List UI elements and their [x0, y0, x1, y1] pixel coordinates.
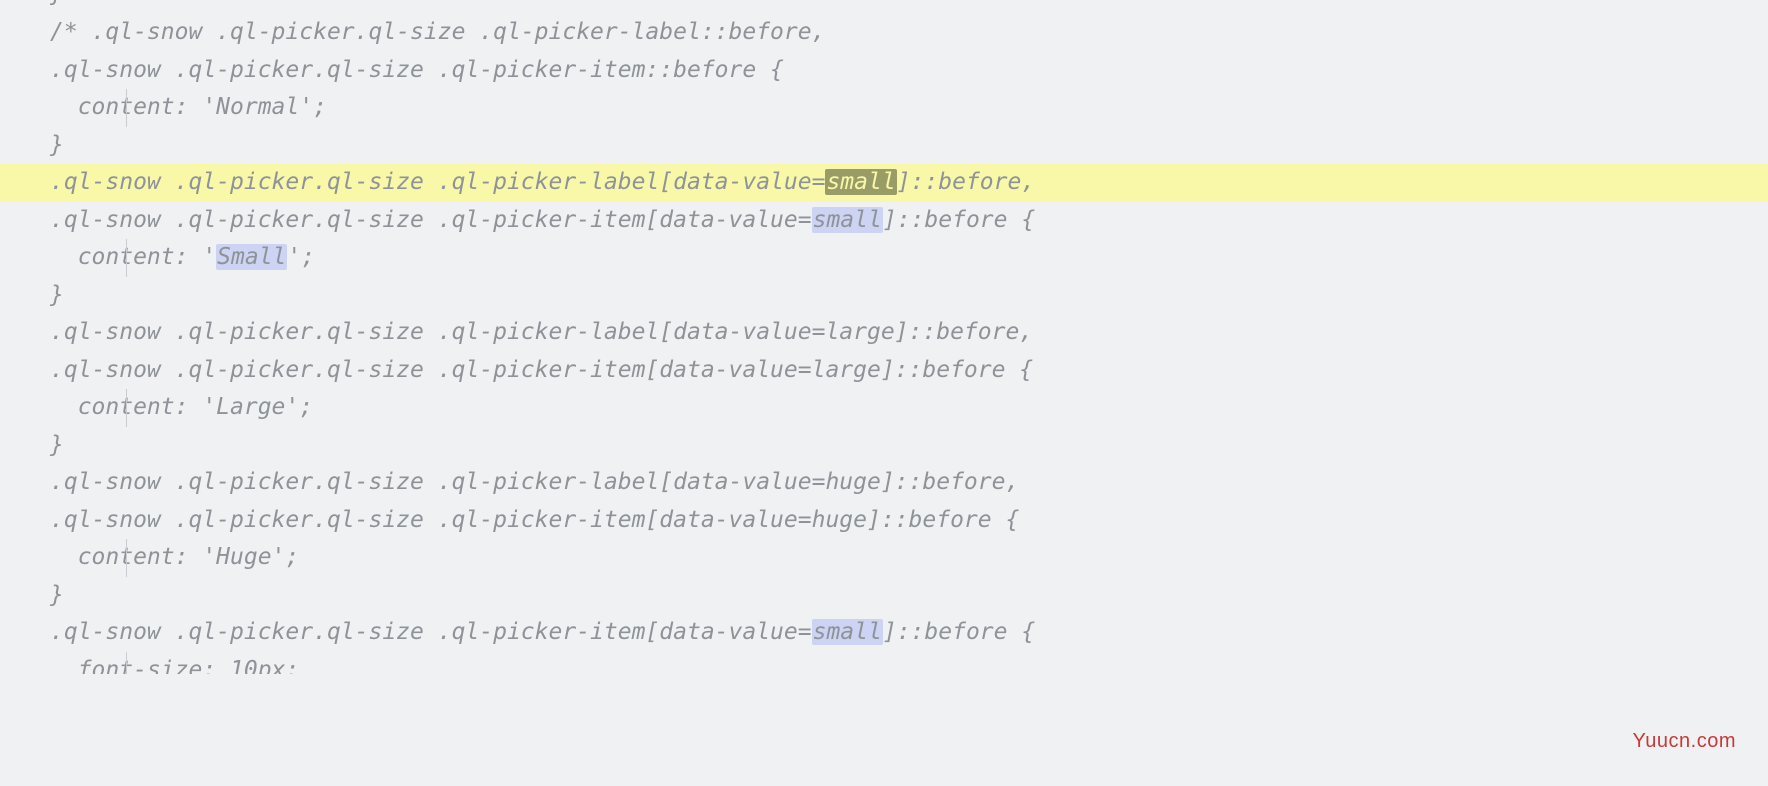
code-line[interactable]: content: 'Small';: [50, 239, 1768, 277]
code-line[interactable]: .ql-snow .ql-picker.ql-size .ql-picker-i…: [50, 52, 1768, 90]
code-line[interactable]: /* .ql-snow .ql-picker.ql-size .ql-picke…: [50, 14, 1768, 52]
code-line[interactable]: content: 'Large';: [50, 389, 1768, 427]
indent-guide: [126, 239, 127, 277]
code-line[interactable]: content: 'Huge';: [50, 539, 1768, 577]
code-line[interactable]: }: [50, 127, 1768, 165]
code-line[interactable]: font-size: 10px;: [50, 652, 1768, 674]
code-editor[interactable]: }/* .ql-snow .ql-picker.ql-size .ql-pick…: [0, 0, 1768, 674]
search-match: small: [812, 619, 883, 645]
code-line[interactable]: }: [50, 277, 1768, 315]
indent-guide: [126, 539, 127, 577]
code-line[interactable]: content: 'Normal';: [50, 89, 1768, 127]
search-match: Small: [216, 244, 287, 270]
indent-guide: [126, 652, 127, 674]
code-line[interactable]: .ql-snow .ql-picker.ql-size .ql-picker-l…: [50, 314, 1768, 352]
watermark: Yuucn.com: [1633, 723, 1736, 761]
code-line[interactable]: .ql-snow .ql-picker.ql-size .ql-picker-l…: [50, 464, 1768, 502]
code-line[interactable]: .ql-snow .ql-picker.ql-size .ql-picker-i…: [50, 202, 1768, 240]
code-line-current[interactable]: .ql-snow .ql-picker.ql-size .ql-picker-l…: [50, 164, 1768, 202]
indent-guide: [126, 89, 127, 127]
indent-guide: [126, 389, 127, 427]
code-line[interactable]: }: [50, 0, 1768, 14]
search-match: small: [812, 207, 883, 233]
code-line[interactable]: .ql-snow .ql-picker.ql-size .ql-picker-i…: [50, 502, 1768, 540]
code-line[interactable]: .ql-snow .ql-picker.ql-size .ql-picker-i…: [50, 352, 1768, 390]
code-line[interactable]: .ql-snow .ql-picker.ql-size .ql-picker-i…: [50, 614, 1768, 652]
search-match-current: small: [825, 169, 896, 195]
code-line[interactable]: }: [50, 577, 1768, 615]
code-line[interactable]: }: [50, 427, 1768, 465]
